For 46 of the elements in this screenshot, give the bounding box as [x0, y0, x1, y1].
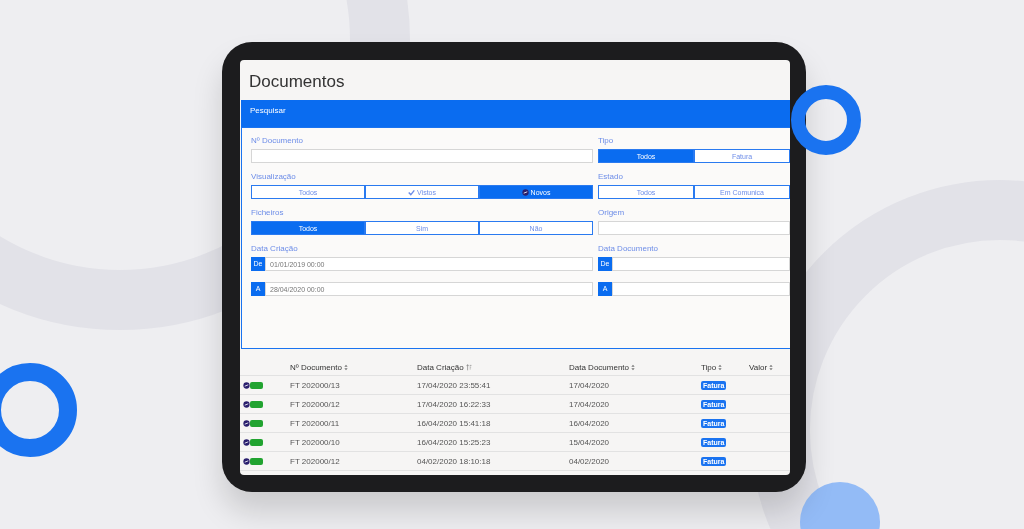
field-label: Data Documento: [598, 244, 660, 254]
input-field[interactable]: [251, 149, 593, 163]
check-circle-icon: [243, 438, 250, 446]
column-header[interactable]: Tipo: [701, 363, 749, 372]
table-cell-text: 17/04/2020 16:22:33: [417, 399, 492, 409]
status-pill: [250, 381, 263, 389]
panel-header: Pesquisar: [241, 100, 790, 127]
check-circle-icon: [243, 457, 250, 465]
date-field[interactable]: [612, 257, 790, 271]
check-circle-icon: [243, 419, 250, 427]
check-icon: [408, 188, 416, 196]
column-header[interactable]: Nº Documento: [290, 363, 417, 372]
table-cell-text: FT 202000/11: [290, 418, 341, 428]
status-pill: [250, 457, 263, 465]
date-field[interactable]: [612, 282, 790, 296]
check-circle-icon: [243, 400, 250, 408]
table-cell-text: 16/04/2020: [569, 418, 611, 428]
table-cell-text: FT 202000/12: [290, 456, 341, 466]
column-header[interactable]: Data Documento: [569, 363, 701, 372]
field-label: Estado: [598, 172, 624, 182]
table-cell-text: 17/04/2020: [569, 399, 611, 409]
status-pill: [250, 438, 263, 446]
table-cell-text: FT 202000/10: [290, 437, 341, 447]
status-pill: [250, 419, 263, 427]
table-cell-text: 16/04/2020 15:41:18: [417, 418, 492, 428]
field-label: Ficheiros: [251, 208, 285, 218]
input-field[interactable]: [598, 221, 790, 235]
field-label: Nº Documento: [251, 136, 304, 146]
field-label: Tipo: [598, 136, 615, 146]
table-cell-text: 04/02/2020: [569, 456, 611, 466]
table-cell-text: 16/04/2020 15:25:23: [417, 437, 492, 447]
table-cell-text: 04/02/2020 18:10:18: [417, 456, 492, 466]
field-label: Origem: [598, 208, 626, 218]
table-cell-text: 17/04/2020: [569, 380, 611, 390]
status-pill: [250, 400, 263, 408]
table-cell-text: 17/04/2020 23:55:41: [417, 380, 492, 390]
check-circle-icon: [243, 381, 250, 389]
column-header[interactable]: Valor: [749, 363, 790, 372]
field-label: Visualização: [251, 172, 297, 182]
table-cell-text: 15/04/2020: [569, 437, 611, 447]
circle-icon: [521, 188, 529, 196]
table-cell-text: FT 202000/13: [290, 380, 341, 390]
column-header[interactable]: Data Criação: [417, 363, 569, 372]
table-cell-text: FT 202000/12: [290, 399, 341, 409]
field-label: Data Criação: [251, 244, 299, 254]
page-title: Documentos: [248, 71, 346, 93]
